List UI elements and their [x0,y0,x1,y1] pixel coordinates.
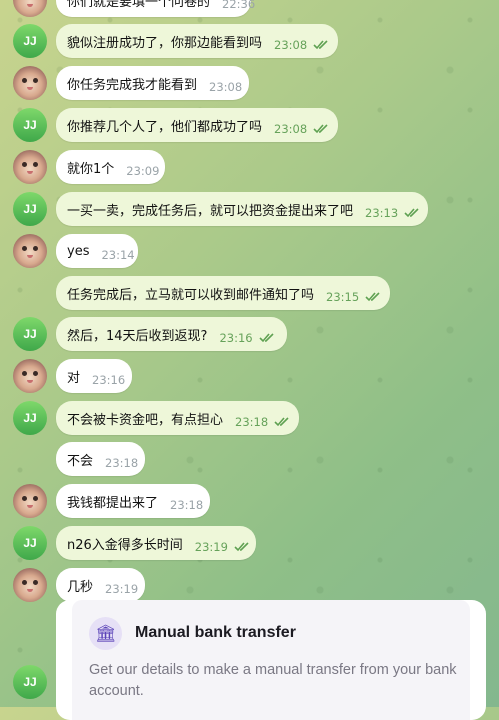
avatar[interactable] [13,234,47,268]
message-time: 23:08 [274,38,308,52]
read-checkmark-icon [313,124,331,134]
message-time: 23:09 [126,164,160,178]
read-checkmark-icon [274,417,292,427]
message-text: 几秒 [67,579,94,595]
message-time: 23:16 [92,373,126,387]
message-time: 23:18 [105,456,139,470]
card-title: Manual bank transfer [135,624,296,641]
message-time: 23:16 [219,331,253,345]
incoming-message[interactable]: 几秒 23:19 [56,568,145,602]
avatar[interactable] [13,359,47,393]
incoming-message[interactable]: 不会 23:18 [56,442,145,476]
avatar[interactable]: JJ [13,526,47,560]
message-text: 然后，14天后收到返现? [67,328,208,344]
message-text: yes [67,243,90,259]
message-text: 不会被卡资金吧，有点担心 [67,412,224,428]
incoming-message[interactable]: 对 23:16 [56,359,132,393]
incoming-message[interactable]: yes 23:14 [56,234,138,268]
message-text: 一买一卖，完成任务后，就可以把资金提出来了吧 [67,203,354,219]
message-time: 23:13 [365,206,399,220]
avatar[interactable] [13,0,47,17]
incoming-message[interactable]: 就你1个 23:09 [56,150,165,184]
link-preview-card[interactable]: 🏛 Manual bank transfer Get our details t… [56,600,486,720]
card-description: Get our details to make a manual transfe… [89,662,457,699]
read-checkmark-icon [313,40,331,50]
avatar[interactable]: JJ [13,24,47,58]
message-text: 不会 [67,453,94,469]
message-time: 23:18 [170,498,204,512]
avatar[interactable] [13,568,47,602]
outgoing-message[interactable]: 一买一卖，完成任务后，就可以把资金提出来了吧 23:13 [56,192,428,226]
message-time: 23:15 [326,290,360,304]
message-time: 23:18 [235,415,269,429]
avatar[interactable]: JJ [13,401,47,435]
avatar[interactable] [13,66,47,100]
incoming-message[interactable]: 你们就是要填一个问卷的 22:36 [56,0,255,17]
message-text: 我钱都提出来了 [67,495,159,511]
bank-icon: 🏛 [89,617,122,650]
message-time: 23:19 [105,582,139,596]
message-text: 就你1个 [67,161,115,177]
read-checkmark-icon [365,292,383,302]
avatar[interactable]: JJ [13,317,47,351]
message-text: 你们就是要填一个问卷的 [67,0,211,10]
outgoing-message[interactable]: 貌似注册成功了，你那边能看到吗 23:08 [56,24,338,58]
message-text: 你任务完成我才能看到 [67,77,198,93]
message-text: n26入金得多长时间 [67,537,183,553]
message-text: 任务完成后，立马就可以收到邮件通知了吗 [67,287,315,303]
message-time: 23:14 [101,248,135,262]
outgoing-message[interactable]: 你推荐几个人了，他们都成功了吗 23:08 [56,108,338,142]
read-checkmark-icon [259,333,277,343]
message-time: 23:08 [274,122,308,136]
avatar[interactable]: JJ [13,665,47,699]
message-text: 貌似注册成功了，你那边能看到吗 [67,35,263,51]
outgoing-message[interactable]: 任务完成后，立马就可以收到邮件通知了吗 23:15 [56,276,390,310]
outgoing-message[interactable]: n26入金得多长时间 23:19 [56,526,256,560]
avatar[interactable] [13,150,47,184]
message-time: 23:08 [209,80,243,94]
message-time: 22:36 [222,0,256,11]
message-time: 23:19 [194,540,228,554]
avatar[interactable]: JJ [13,108,47,142]
read-checkmark-icon [404,208,422,218]
outgoing-message[interactable]: 然后，14天后收到返现? 23:16 [56,317,287,351]
incoming-message[interactable]: 你任务完成我才能看到 23:08 [56,66,249,100]
outgoing-message[interactable]: 不会被卡资金吧，有点担心 23:18 [56,401,299,435]
avatar[interactable]: JJ [13,192,47,226]
message-text: 对 [67,370,81,386]
incoming-message[interactable]: 我钱都提出来了 23:18 [56,484,210,518]
read-checkmark-icon [234,542,252,552]
message-text: 你推荐几个人了，他们都成功了吗 [67,119,263,135]
avatar[interactable] [13,484,47,518]
